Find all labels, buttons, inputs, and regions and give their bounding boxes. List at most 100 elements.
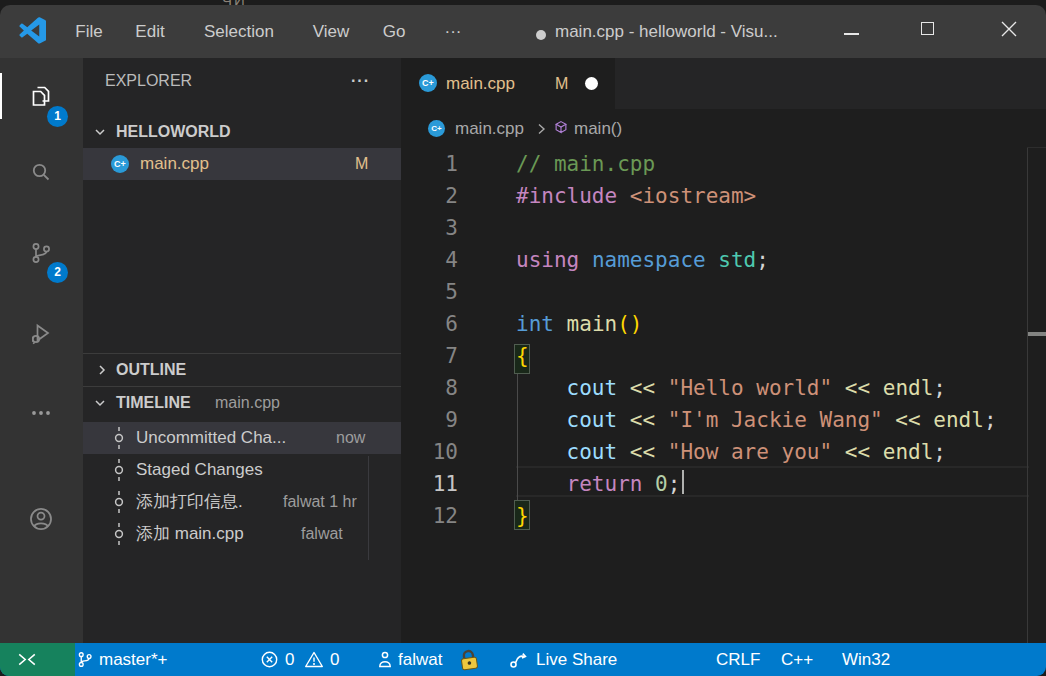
- code-line-8: cout << "Hello world" << endl;: [516, 372, 946, 404]
- menu-edit[interactable]: Edit: [135, 5, 164, 58]
- line-number: 4: [402, 244, 458, 276]
- timeline-label: TIMELINE: [116, 387, 191, 419]
- account-icon[interactable]: [27, 505, 55, 533]
- chevron-down-icon: [94, 397, 106, 409]
- outline-label: OUTLINE: [116, 354, 186, 386]
- breadcrumb-symbol[interactable]: main(): [574, 109, 622, 148]
- language-item[interactable]: C++: [781, 643, 813, 676]
- menu-[interactable]: ···: [445, 5, 462, 58]
- vscode-logo-icon: [19, 17, 46, 44]
- activity-bar: 1 2: [0, 58, 83, 643]
- errors-count[interactable]: 0: [285, 643, 294, 676]
- breadcrumb-separator-icon: [535, 123, 547, 135]
- line-number: 11: [402, 468, 458, 500]
- close-button[interactable]: [1001, 21, 1017, 37]
- line-number: 2: [402, 180, 458, 212]
- file-name: main.cpp: [140, 148, 209, 180]
- folder-name: HELLOWORLD: [116, 116, 231, 148]
- outline-section-header[interactable]: OUTLINE: [83, 353, 401, 385]
- cpp-file-icon: C+: [111, 155, 129, 173]
- vscode-window: File Edit Selection View Go ··· main.cpp - he…: [0, 5, 1046, 676]
- remote-icon: [16, 650, 38, 669]
- source-control-icon[interactable]: [29, 241, 53, 265]
- code-line-1: // main.cpp: [516, 148, 655, 180]
- search-icon[interactable]: [29, 160, 53, 184]
- line-number: 9: [402, 404, 458, 436]
- line-number: 5: [402, 276, 458, 308]
- menu-selection[interactable]: Selection: [204, 5, 274, 58]
- live-share-icon[interactable]: [507, 649, 529, 670]
- code-line-11: return 0;: [516, 468, 680, 500]
- code-line-2: #include <iostream>: [516, 180, 756, 212]
- errors-icon[interactable]: [260, 650, 279, 669]
- menu-file[interactable]: File: [75, 5, 102, 58]
- live-share-label[interactable]: Live Share: [536, 643, 617, 676]
- scrollbar-top-border: [1027, 147, 1046, 148]
- more-views-icon[interactable]: [29, 401, 53, 425]
- title-bar: File Edit Selection View Go ··· main.cpp - he…: [0, 5, 1046, 58]
- run-debug-icon[interactable]: [29, 321, 53, 345]
- line-number: 10: [402, 436, 458, 468]
- line-number: 12: [402, 500, 458, 532]
- chevron-down-icon: [94, 126, 106, 138]
- sidebar-more-actions[interactable]: ···: [351, 58, 370, 103]
- symbol-namespace-icon: [552, 119, 570, 137]
- code-line-12: }: [516, 500, 529, 532]
- user-icon[interactable]: [377, 650, 393, 669]
- timeline-item[interactable]: 添加打印信息. falwat 1 hr: [83, 486, 401, 518]
- active-view-indicator: [0, 73, 2, 119]
- cpp-file-icon: C+: [428, 120, 445, 137]
- line-number: 1: [402, 148, 458, 180]
- commit-node-icon: [112, 523, 126, 545]
- code-line-7: {: [516, 340, 529, 372]
- tab-maincpp[interactable]: C+ main.cpp M: [402, 58, 615, 109]
- file-modified-badge: M: [355, 148, 368, 180]
- git-branch-label[interactable]: master*+: [99, 643, 168, 676]
- timeline-item[interactable]: Staged Changes: [83, 454, 401, 486]
- eol-item[interactable]: CRLF: [716, 643, 760, 676]
- cpp-file-icon: C+: [419, 74, 437, 92]
- code-editor[interactable]: 123456789101112 // main.cpp#include <ios…: [402, 148, 1027, 643]
- timeline-item-label: 添加打印信息.: [136, 486, 243, 518]
- explorer-sidebar: EXPLORER ··· HELLOWORLD C+ main.cpp M OU…: [83, 58, 401, 643]
- tab-dirty-dot[interactable]: [585, 77, 598, 90]
- commit-node-icon: [112, 427, 126, 449]
- explorer-icon[interactable]: [29, 84, 53, 108]
- user-label[interactable]: falwat: [398, 643, 442, 676]
- commit-node-icon: [112, 459, 126, 481]
- file-row-maincpp[interactable]: C+ main.cpp M: [83, 148, 401, 180]
- chevron-right-icon: [96, 364, 108, 376]
- timeline-item[interactable]: Uncommitted Cha... now: [83, 422, 401, 454]
- line-number: 7: [402, 340, 458, 372]
- menu-go[interactable]: Go: [383, 5, 406, 58]
- commit-node-icon: [112, 491, 126, 513]
- text-cursor: [682, 470, 684, 494]
- sidebar-title: EXPLORER: [105, 58, 192, 103]
- menu-view[interactable]: View: [313, 5, 350, 58]
- git-branch-icon[interactable]: [76, 650, 94, 669]
- code-line-10: cout << "How are you" << endl;: [516, 436, 946, 468]
- explorer-badge: 1: [47, 106, 68, 127]
- window-title: main.cpp - helloworld - Visu...: [555, 5, 778, 58]
- status-bar: master*+ 0 0 falwat: [0, 643, 1046, 676]
- code-line-9: cout << "I'm Jackie Wang" << endl;: [516, 404, 997, 436]
- timeline-section-header[interactable]: TIMELINE main.cpp: [83, 386, 401, 418]
- warnings-count[interactable]: 0: [330, 643, 339, 676]
- warnings-icon[interactable]: [304, 650, 324, 669]
- breadcrumbs: C+ main.cpp main(): [402, 109, 1046, 148]
- timeline-item-desc: now: [336, 422, 365, 454]
- minimize-button[interactable]: [844, 33, 859, 35]
- overview-ruler-mark: [1028, 332, 1046, 336]
- tab-label: main.cpp: [446, 58, 515, 109]
- dirty-dot-title: [536, 30, 546, 40]
- timeline-item[interactable]: 添加 main.cpp falwat: [83, 518, 401, 550]
- remote-indicator[interactable]: [0, 643, 75, 676]
- breadcrumb-file[interactable]: main.cpp: [455, 109, 524, 148]
- timeline-item-label: 添加 main.cpp: [136, 518, 244, 550]
- maximize-button[interactable]: [921, 22, 934, 35]
- line-number: 8: [402, 372, 458, 404]
- platform-item[interactable]: Win32: [842, 643, 890, 676]
- folder-row-helloworld[interactable]: HELLOWORLD: [83, 116, 401, 148]
- timeline-item-label: Uncommitted Cha...: [136, 422, 286, 454]
- timeline-scroll-line: [368, 456, 369, 560]
